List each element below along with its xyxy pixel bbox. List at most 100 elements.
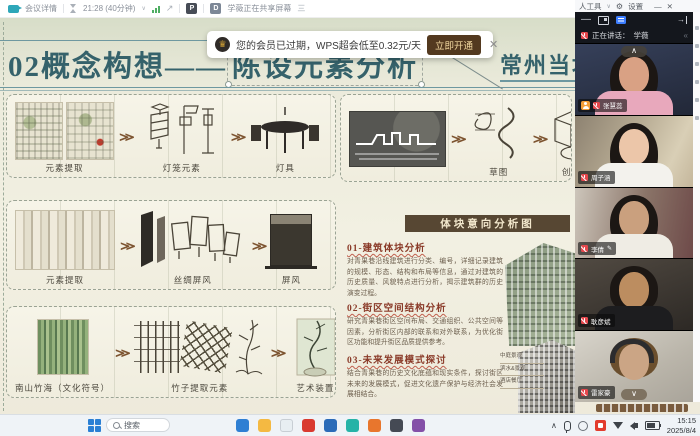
mic-icon: [581, 32, 588, 39]
flow-cell: 元素提取: [15, 99, 114, 175]
app-icon[interactable]: [236, 419, 249, 432]
participant-nametag: 周子涵: [578, 171, 615, 184]
flow-label: 灯具: [276, 162, 295, 175]
meeting-details-link[interactable]: 会议详情: [25, 3, 57, 14]
clock[interactable]: 15:15 2025/8/4: [667, 416, 696, 435]
aerial-photo-image: [349, 111, 446, 167]
flow-box-sketch[interactable]: ≫ 草图 ≫ 创意: [340, 94, 572, 182]
app-icon[interactable]: [258, 419, 271, 432]
legend-item: 中庭景观: [500, 351, 544, 364]
collapse-tiles-button[interactable]: ∧: [621, 46, 647, 57]
tools-menu[interactable]: 人工具: [579, 1, 602, 12]
collapse-panel-icon[interactable]: →: [677, 16, 687, 24]
settings-label[interactable]: 设置: [628, 1, 643, 12]
sidebar-tool-icon[interactable]: [695, 98, 699, 102]
sidebar-tool-icon[interactable]: [695, 26, 699, 30]
participant-nametag: 张慧蕊: [578, 99, 627, 112]
participant-video-4[interactable]: 耿彦斌: [575, 258, 693, 330]
flow-box-bamboo[interactable]: 南山竹海（文化符号） ≫ 竹子提取元素 ≫: [6, 306, 336, 398]
sidebar-tool-icon[interactable]: [695, 116, 699, 120]
minimize-icon[interactable]: —: [654, 2, 662, 11]
volume-icon[interactable]: [630, 422, 638, 430]
close-icon[interactable]: ✕: [489, 38, 498, 51]
sharing-status: 学薇正在共享屏幕: [227, 3, 291, 14]
flow-label: 草图: [489, 166, 508, 179]
app-icon[interactable]: [324, 419, 337, 432]
flow-label: 元素提取: [45, 162, 83, 175]
expand-tiles-button[interactable]: ∨: [621, 389, 647, 400]
flow-cell: 竹子提取元素: [134, 311, 266, 395]
app-icon[interactable]: [302, 419, 315, 432]
minimize-icon[interactable]: —: [581, 15, 591, 25]
flow-label: 创意: [562, 166, 572, 179]
taskbar-search[interactable]: 搜索: [106, 418, 170, 432]
lantern-sketch-image: [138, 103, 226, 159]
flow-box-screen[interactable]: 元素提取 ≫: [6, 200, 336, 290]
participant-video-1[interactable]: ∧ 张慧蕊: [575, 43, 693, 115]
mic-muted-icon: [581, 245, 588, 252]
participant-name: 雷家豪: [591, 387, 611, 397]
sidebar-tool-icon[interactable]: [695, 62, 699, 66]
hourglass-icon: [70, 4, 77, 13]
panel-controls: — →: [575, 12, 693, 28]
system-tray: ∧ 15:15 2025/8/4: [551, 415, 696, 436]
menu-icon[interactable]: 三: [297, 3, 305, 14]
app-icon[interactable]: [390, 419, 403, 432]
tray-mic-icon[interactable]: [564, 421, 571, 431]
sidebar-tool-icon[interactable]: [695, 44, 699, 48]
app-icon[interactable]: [368, 419, 381, 432]
wps-member-banner: ♛ 您的会员已过期，WPS超会低至0.32元/天 立即开通 ✕: [207, 31, 493, 58]
caret-down-icon[interactable]: ∨: [141, 5, 145, 12]
wifi-icon[interactable]: [613, 422, 623, 429]
tray-chevron-up-icon[interactable]: ∧: [551, 421, 557, 430]
flow-label: 元素提取: [46, 274, 84, 287]
renew-button[interactable]: 立即开通: [427, 35, 481, 55]
layout-icon[interactable]: [598, 16, 609, 25]
search-label: 搜索: [124, 420, 140, 431]
flow-arrow-icon: ≫: [533, 132, 547, 146]
flow-label: 南山竹海（文化符号）: [15, 382, 110, 395]
screen: 会议详情 21:28 (40分钟) ∨ ↗ P D 学薇正在共享屏幕 三 02概…: [0, 0, 700, 436]
chevron-left-double-icon[interactable]: «: [684, 31, 687, 40]
app-icon[interactable]: [280, 419, 293, 432]
participant-list-icon[interactable]: [616, 16, 626, 24]
flow-box-lantern[interactable]: 元素提取 ≫ 灯笼元素 ≫: [6, 94, 336, 178]
meeting-duration[interactable]: 21:28 (40分钟): [83, 3, 135, 14]
external-link-icon[interactable]: ↗: [166, 3, 174, 14]
participant-video-5[interactable]: ∨ 雷家豪: [575, 330, 693, 402]
wps-right-sidebar: [692, 12, 700, 402]
participant-video-3[interactable]: 李倩 ✎: [575, 187, 693, 259]
start-button[interactable]: [88, 419, 101, 432]
avatar: [619, 344, 649, 380]
flow-label: 丝绸屏风: [174, 274, 212, 287]
legend-item: 滨水&景观: [500, 364, 544, 377]
flow-arrow-icon: ≫: [119, 130, 133, 144]
app-icon[interactable]: [346, 419, 359, 432]
participant-nametag: 李倩 ✎: [578, 242, 616, 255]
close-icon[interactable]: ✕: [667, 2, 673, 11]
host-badge-icon: [581, 101, 590, 110]
search-icon: [113, 422, 120, 429]
document-icon[interactable]: P: [186, 3, 197, 14]
app-icon[interactable]: [412, 419, 425, 432]
wps-titlebar-fragment: 人工具 ∨ ⚙ 设置 — ✕: [575, 0, 700, 12]
tray-app-icon[interactable]: [578, 421, 588, 431]
flow-cell: 灯具: [249, 99, 321, 175]
tray-red-app-icon[interactable]: [595, 420, 606, 431]
banner-message: 您的会员已过期，WPS超会低至0.32元/天: [236, 37, 421, 52]
slide-decoration: [596, 404, 688, 412]
divider: [63, 4, 64, 13]
analysis-section-body: 研究青果巷街区空间布局、交通组织、公共空间等因素，分析街区内部的联系和对外联系，…: [347, 317, 503, 349]
avatar: [619, 201, 649, 237]
analysis-section-1: 01-建筑体块分析 对青果巷沿线建筑进行分类、编号，详细记录建筑的规模、形态、结…: [347, 240, 503, 299]
analysis-legend: 中庭景观 滨水&景观 酒店餐厅: [500, 351, 544, 389]
flow-cell: 元素提取: [15, 205, 115, 287]
speaker-name: 学薇: [634, 30, 649, 41]
sidebar-tool-icon[interactable]: [695, 80, 699, 84]
participant-video-2[interactable]: 周子涵: [575, 115, 693, 187]
title-prefix: 02概念构想: [8, 51, 165, 83]
battery-icon[interactable]: [645, 421, 660, 430]
gear-icon[interactable]: ⚙: [616, 2, 623, 11]
flow-label: 艺术装置: [296, 382, 334, 395]
flow-arrow-icon: ≫: [231, 130, 245, 144]
